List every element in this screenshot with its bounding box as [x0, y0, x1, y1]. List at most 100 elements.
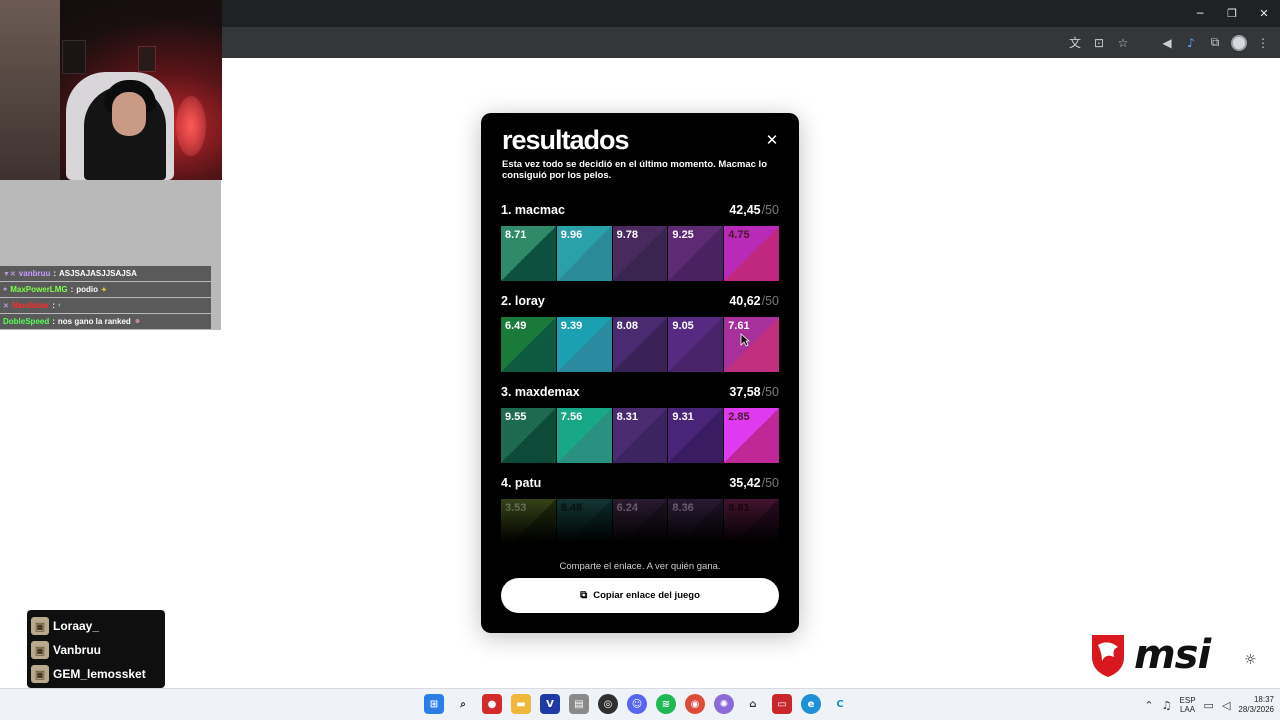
modal-title: resultados	[502, 125, 630, 155]
app-stream-icon[interactable]: ▭	[772, 694, 792, 714]
webcam-red-light	[176, 96, 206, 156]
copy-link-button[interactable]: ⧉ Copiar enlace del juego	[501, 578, 779, 613]
score-value: 35,42	[729, 476, 761, 490]
sun-icon: ☼	[1244, 652, 1257, 668]
copy-link-label: Copiar enlace del juego	[593, 590, 700, 601]
round-tile: 8.08	[612, 317, 668, 372]
chat-username: DobleSpeed	[3, 317, 50, 326]
player-score: 42,45/50	[729, 203, 779, 217]
clock-time: 18:37	[1253, 695, 1274, 704]
player-result: 2. loray 40,62/50 6.49 9.39 8.08 9.05 7.…	[501, 294, 779, 372]
player-header: 4. patu 35,42/50	[501, 476, 779, 496]
clock[interactable]: 18:37 28/3/2026	[1238, 695, 1274, 715]
files-icon[interactable]: ▤	[569, 694, 589, 714]
player-score: 40,62/50	[729, 294, 779, 308]
chat-username: Nandobar	[11, 301, 50, 310]
msi-dragon-shield-icon	[1092, 635, 1124, 677]
results-modal: resultados ✕ Esta vez todo se decidió en…	[481, 113, 799, 633]
app-c-icon[interactable]: C	[830, 694, 850, 714]
edge-icon[interactable]: e	[801, 694, 821, 714]
score-value: 37,58	[729, 385, 761, 399]
round-score: 9.55	[505, 411, 527, 423]
viewer-name: Loraay_	[53, 619, 100, 633]
chat-separator: :	[70, 285, 74, 294]
app-red-icon[interactable]: ●	[482, 694, 502, 714]
round-score: 2.85	[728, 411, 750, 423]
language-layout: LAA	[1179, 705, 1196, 714]
player-result: 4. patu 35,42/50 3.53 8.48 6.24 8.36 8.8…	[501, 476, 779, 554]
score-value: 40,62	[729, 294, 761, 308]
volume-icon[interactable]: ◁	[1222, 699, 1230, 712]
round-tiles: 6.49 9.39 8.08 9.05 7.61	[501, 317, 779, 372]
chat-message: ✕ Nandobar : ◐	[0, 298, 211, 313]
gift-icon: ▣	[31, 641, 49, 659]
round-tiles: 3.53 8.48 6.24 8.36 8.81	[501, 499, 779, 554]
chat-username: vanbruu	[18, 269, 51, 278]
audio-icon[interactable]: ♪	[1182, 34, 1200, 52]
screen: ─ ❐ ✕ 文 ⊡ ☆ ◀ ♪ ⧉ ⋮ ▼✕ vanbruu: ASJSAJA…	[0, 0, 1280, 720]
round-tile: 9.55	[501, 408, 556, 463]
chat-separator: :	[53, 269, 57, 278]
score-max: /50	[761, 476, 779, 490]
round-tile: 8.48	[556, 499, 612, 554]
close-icon[interactable]: ✕	[765, 131, 779, 149]
round-score: 4.75	[728, 229, 750, 241]
v-app-icon[interactable]: V	[540, 694, 560, 714]
round-tile: 7.56	[556, 408, 612, 463]
close-window-button[interactable]: ✕	[1248, 0, 1280, 27]
app-swirl-icon[interactable]: ✺	[714, 694, 734, 714]
player-header: 1. macmac 42,45/50	[501, 203, 779, 223]
star-icon[interactable]: ☆	[1114, 34, 1132, 52]
player-name: 3. maxdemax	[501, 385, 580, 399]
score-max: /50	[761, 385, 779, 399]
restore-button[interactable]: ❐	[1216, 0, 1248, 27]
round-score: 9.25	[672, 229, 694, 241]
msi-wordmark: msi	[1134, 632, 1211, 678]
round-tile: 9.39	[556, 317, 612, 372]
profile-icon[interactable]	[1230, 34, 1248, 52]
score-value: 42,45	[729, 203, 761, 217]
spotify-icon[interactable]: ≋	[656, 694, 676, 714]
file-explorer-icon[interactable]: ▬	[511, 694, 531, 714]
round-score: 9.31	[672, 411, 694, 423]
chevron-up-icon[interactable]: ⌃	[1144, 699, 1153, 712]
webcam-poster	[138, 46, 156, 72]
score-max: /50	[761, 294, 779, 308]
round-score: 8.36	[672, 502, 694, 514]
microphone-icon[interactable]: ♫	[1162, 699, 1172, 712]
webcam-background-door	[0, 0, 60, 180]
chrome-icon[interactable]: ◉	[685, 694, 705, 714]
search-icon[interactable]: ⌕	[453, 694, 473, 714]
install-app-icon[interactable]: ⊡	[1090, 34, 1108, 52]
translate-icon[interactable]: 文	[1066, 34, 1084, 52]
round-score: 6.24	[616, 502, 639, 514]
player-name: 1. macmac	[501, 203, 565, 217]
taskbar: ⊞ ⌕ ● ▬ V ▤ ◎ ☺ ≋ ◉ ✺ ⌂ ▭ e C ⌃ ♫ ESP LA…	[0, 688, 1280, 720]
player-result: 1. macmac 42,45/50 8.71 9.96 9.78 9.25 4…	[501, 203, 779, 281]
chat-message: ● MaxPowerLMG : podio ✦	[0, 282, 211, 297]
discord-icon[interactable]: ☺	[627, 694, 647, 714]
player-name: 4. patu	[501, 476, 542, 490]
sub-badge-icon: ▼✕	[3, 270, 16, 278]
chat-separator: :	[52, 301, 55, 310]
mute-icon[interactable]: ◀	[1158, 34, 1176, 52]
round-tiles: 9.55 7.56 8.31 9.31 2.85	[501, 408, 779, 463]
menu-icon[interactable]: ⋮	[1254, 34, 1272, 52]
obs-icon[interactable]: ◎	[598, 694, 618, 714]
round-tile: 8.81	[724, 499, 779, 554]
extensions-icon[interactable]: ⧉	[1206, 34, 1224, 52]
chat-overlay: ▼✕ vanbruu : ASJSAJASJJSAJSA ● MaxPowerL…	[0, 266, 211, 330]
language-indicator[interactable]: ESP LAA	[1180, 696, 1196, 714]
start-icon[interactable]: ⊞	[424, 694, 444, 714]
round-tile: 8.71	[501, 226, 556, 281]
round-score: 9.39	[560, 320, 583, 332]
round-tile: 7.61	[724, 317, 779, 372]
webcam-streamer-face	[112, 92, 146, 136]
webcam-feed	[0, 0, 222, 180]
clock-date: 28/3/2026	[1238, 705, 1274, 714]
player-header: 3. maxdemax 37,58/50	[501, 385, 779, 405]
network-icon[interactable]: ▭	[1204, 699, 1214, 712]
minimize-button[interactable]: ─	[1184, 0, 1216, 27]
app-arc-icon[interactable]: ⌂	[743, 694, 763, 714]
emote-icon: ☻	[133, 318, 142, 325]
